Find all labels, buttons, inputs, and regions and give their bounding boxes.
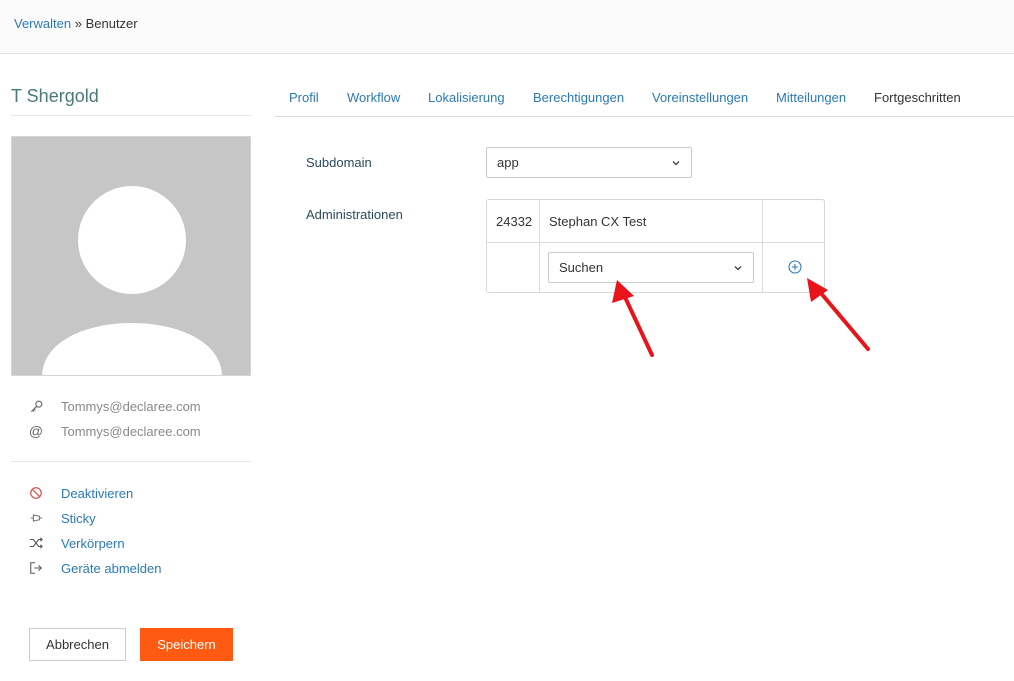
- sticky-label: Sticky: [61, 510, 96, 526]
- deactivate-action[interactable]: Deaktivieren: [28, 484, 133, 502]
- search-placeholder: Suchen: [559, 260, 604, 275]
- breadcrumb: Verwalten » Benutzer: [14, 16, 138, 31]
- tab-voreinstellungen[interactable]: Voreinstellungen: [652, 90, 748, 105]
- subdomain-select[interactable]: app: [486, 147, 692, 178]
- tab-lokalisierung[interactable]: Lokalisierung: [428, 90, 505, 105]
- administration-name: Stephan CX Test: [549, 214, 647, 229]
- tab-fortgeschritten[interactable]: Fortgeschritten: [874, 90, 961, 105]
- tab-profil[interactable]: Profil: [289, 90, 319, 105]
- breadcrumb-current: Benutzer: [85, 16, 138, 31]
- email-text: Tommys@declaree.com: [61, 423, 201, 439]
- add-circle-icon[interactable]: [787, 259, 803, 275]
- administration-search-select[interactable]: Suchen: [548, 252, 754, 283]
- chevron-down-icon: [672, 161, 680, 166]
- at-icon: @: [28, 423, 44, 439]
- breadcrumb-separator: »: [74, 16, 82, 31]
- pin-icon: [28, 510, 44, 526]
- top-bar: Verwalten » Benutzer: [0, 0, 1014, 54]
- impersonate-action[interactable]: Verkörpern: [28, 534, 125, 552]
- logout-devices-label: Geräte abmelden: [61, 560, 162, 576]
- username-row: Tommys@declaree.com: [28, 397, 201, 415]
- divider: [11, 461, 251, 462]
- shuffle-icon: [28, 535, 44, 551]
- default-avatar-icon: [12, 137, 250, 375]
- logout-devices-action[interactable]: Geräte abmelden: [28, 559, 161, 577]
- subdomain-label: Subdomain: [306, 155, 372, 170]
- sticky-action[interactable]: Sticky: [28, 509, 96, 527]
- deactivate-label: Deaktivieren: [61, 485, 134, 501]
- tab-bar: Profil Workflow Lokalisierung Berechtigu…: [275, 80, 1014, 117]
- chevron-down-icon: [734, 266, 742, 271]
- avatar: [11, 136, 251, 376]
- tab-berechtigungen[interactable]: Berechtigungen: [533, 90, 624, 105]
- subdomain-value: app: [497, 155, 519, 170]
- ban-icon: [28, 485, 44, 501]
- save-button[interactable]: Speichern: [140, 628, 233, 661]
- administrations-label: Administrationen: [306, 207, 403, 222]
- sign-out-icon: [28, 560, 44, 576]
- user-name: T Shergold: [11, 86, 99, 106]
- administration-id: 24332: [496, 214, 533, 229]
- tab-mitteilungen[interactable]: Mitteilungen: [776, 90, 846, 105]
- impersonate-label: Verkörpern: [61, 535, 125, 551]
- divider: [11, 115, 251, 116]
- key-icon: [28, 398, 44, 414]
- email-row: @ Tommys@declaree.com: [28, 422, 201, 440]
- administrations-table: 24332 Stephan CX Test Suchen: [486, 199, 825, 293]
- breadcrumb-link-verwalten[interactable]: Verwalten: [14, 16, 71, 31]
- tab-workflow[interactable]: Workflow: [347, 90, 400, 105]
- username-text: Tommys@declaree.com: [61, 398, 201, 414]
- cancel-button[interactable]: Abbrechen: [29, 628, 126, 661]
